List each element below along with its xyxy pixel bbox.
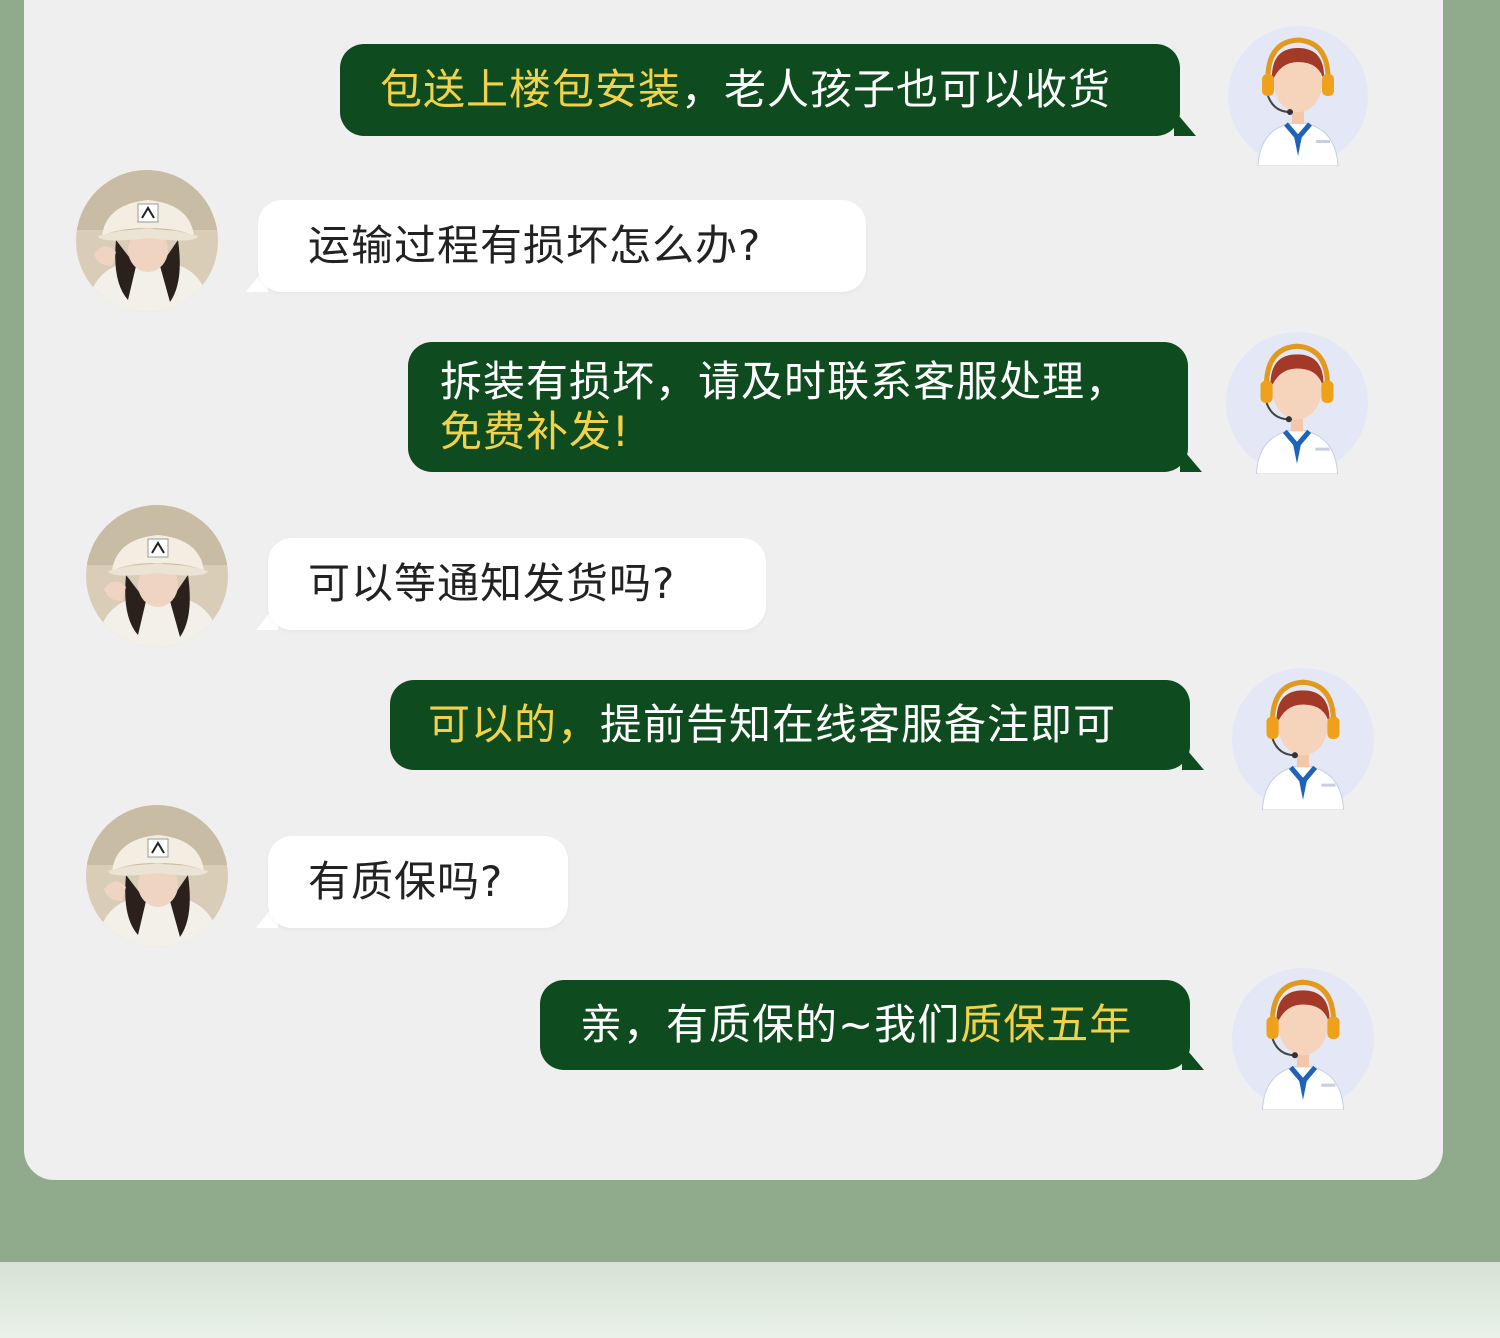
- message-text: 拆装有损坏，请及时联系客服处理，: [440, 357, 1129, 406]
- user-avatar-photo: [86, 805, 228, 947]
- message-highlight: 免费补发!: [440, 407, 630, 456]
- message-text: 亲，有质保的~我们: [580, 1000, 961, 1049]
- agent-message-bubble: 可以的， 提前告知在线客服备注即可: [390, 680, 1190, 770]
- customer-service-agent-icon: [1232, 968, 1374, 1110]
- bubble-tail: [1180, 446, 1202, 472]
- message-highlight: 包送上楼包安装: [380, 65, 682, 114]
- agent-message-bubble: 包送上楼包安装 ，老人孩子也可以收货: [340, 44, 1180, 136]
- bubble-tail: [1182, 744, 1204, 770]
- bubble-tail: [1182, 1044, 1204, 1070]
- message-highlight: 可以的，: [428, 700, 601, 749]
- message-text: 运输过程有损坏怎么办?: [308, 221, 762, 270]
- message-text: 可以等通知发货吗?: [308, 559, 676, 608]
- message-text: 有质保吗?: [308, 857, 504, 906]
- customer-service-agent-icon: [1228, 26, 1368, 166]
- agent-message-bubble: 亲，有质保的~我们 质保五年: [540, 980, 1190, 1070]
- bubble-tail: [1174, 110, 1196, 136]
- bottom-band: [0, 1262, 1500, 1338]
- customer-service-agent-icon: [1226, 332, 1368, 474]
- customer-service-agent-icon: [1232, 668, 1374, 810]
- agent-message-bubble: 拆装有损坏，请及时联系客服处理， 免费补发!: [408, 342, 1188, 472]
- message-text: ，老人孩子也可以收货: [681, 65, 1112, 114]
- user-message-bubble: 可以等通知发货吗?: [268, 538, 766, 630]
- message-highlight: 质保五年: [960, 1000, 1133, 1049]
- user-avatar-photo: [76, 170, 218, 312]
- user-message-bubble: 有质保吗?: [268, 836, 568, 928]
- user-message-bubble: 运输过程有损坏怎么办?: [258, 200, 866, 292]
- user-avatar-photo: [86, 505, 228, 647]
- message-text: 提前告知在线客服备注即可: [600, 700, 1117, 749]
